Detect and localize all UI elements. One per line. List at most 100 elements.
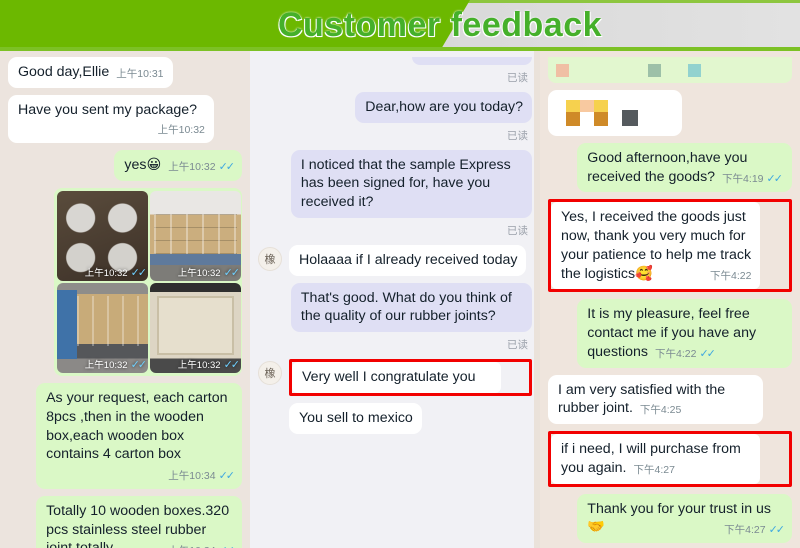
message-bubble[interactable]: I am very satisfied with the rubber join… [548,374,763,425]
message-row: 橡 Very well I congratulate you [258,359,532,396]
message-text: Holaaaa if I already received today [299,251,518,268]
message-text: I noticed that the sample Express has be… [300,156,511,211]
message-bubble[interactable]: if i need, I will purchase from you agai… [551,434,761,484]
sticker-message[interactable] [548,90,682,136]
message-timestamp: 下午4:27 ✓✓ [724,524,786,537]
message-timestamp: 上午10:32 [157,124,205,137]
sticker-swatch-icon [556,64,569,77]
sticker-swatch-icon [566,100,580,112]
message-row: That's good. What do you think of the qu… [258,282,532,333]
annotation-highlight-box: if i need, I will purchase from you agai… [548,431,792,487]
avatar[interactable]: 橡 [258,361,282,386]
message-bubble[interactable]: Holaaaa if I already received today [289,244,527,276]
message-text: As your request, each carton 8pcs ,then … [46,390,228,463]
sticker-swatch-icon [594,112,608,126]
message-row [258,57,532,65]
sticker-swatch-icon [688,64,701,77]
message-row: Yes, I received the goods just now, than… [548,199,792,293]
message-timestamp: 上午10:34✓✓ [168,544,235,548]
photo-cartons-loaded-in-truck[interactable]: 上午10:32 ✓✓ [57,283,148,374]
message-row: It is my pleasure, feel free contact me … [548,299,792,368]
read-ticks-icon: ✓✓ [218,470,236,482]
message-bubble[interactable] [412,57,532,65]
message-text: Very well I congratulate you [302,369,476,386]
message-bubble[interactable]: Good day,Ellie 上午10:31 [8,57,173,88]
message-text: Totally 10 wooden boxes.320 pcs stainles… [46,502,230,548]
message-text: You sell to mexico [299,409,413,426]
message-bubble[interactable]: It is my pleasure, feel free contact me … [577,299,792,368]
avatar[interactable]: 橡 [258,246,282,271]
read-ticks-icon: ✓✓ [699,347,716,360]
message-bubble[interactable]: Have you sent my package? 上午10:32 [8,94,214,144]
message-bubble[interactable]: Thank you for your trust in us 🤝 下午4:27 ✓✓ [577,493,792,544]
read-receipt-label: 已读 [507,339,528,352]
message-timestamp: 下午4:22 ✓✓ [655,347,716,360]
chat-column-right[interactable]: Good afternoon,have you received the goo… [540,51,800,548]
message-bubble[interactable]: Good afternoon,have you received the goo… [577,143,792,193]
message-bubble[interactable]: You sell to mexico [289,402,422,434]
avatar-spacer [258,403,289,434]
read-ticks-icon: ✓✓ [768,524,786,537]
message-bubble[interactable]: Dear,how are you today? [355,92,532,123]
message-text: Good day,Ellie [18,64,110,80]
message-timestamp: 上午10:34✓✓ [168,470,236,482]
photo-attachment-grid[interactable]: 上午10:32 ✓✓ 上午10:32 ✓✓ 上午10:32 ✓✓ 上午10:32 ✓✓ [54,188,242,377]
message-bubble[interactable]: yes😀 上午10:32 ✓✓ [114,150,242,182]
message-row: if i need, I will purchase from you agai… [548,431,792,487]
photo-wooden-crate-packaging[interactable]: 上午10:32 ✓✓ [150,283,241,374]
photo-stainless-steel-flanges-in-carton[interactable]: 上午10:32 ✓✓ [57,191,148,282]
message-row: Thank you for your trust in us 🤝 下午4:27 ✓✓ [548,493,792,544]
photo-timestamp: 上午10:32 ✓✓ [84,267,148,280]
message-row: As your request, each carton 8pcs ,then … [8,383,242,489]
annotation-highlight-box: Yes, I received the goods just now, than… [548,199,792,293]
message-text: yes😀 [124,157,162,174]
read-ticks-icon: ✓✓ [130,359,148,372]
annotation-highlight-box: Very well I congratulate you [289,359,532,396]
photo-stacked-cartons-on-pallet[interactable]: 上午10:32 ✓✓ [150,191,241,282]
message-timestamp: 下午4:22 [710,269,752,282]
chat-columns: Good day,Ellie 上午10:31 Have you sent my pa… [0,51,800,548]
sticker-message-truncated[interactable] [548,57,792,83]
read-ticks-icon: ✓✓ [130,267,148,280]
sticker-swatch-icon [648,64,661,77]
message-bubble[interactable]: Very well I congratulate you [292,362,501,393]
photo-timestamp: 上午10:32 ✓✓ [177,267,241,280]
read-ticks-icon: ✓✓ [223,267,241,280]
message-bubble[interactable]: Yes, I received the goods just now, than… [551,202,761,290]
sticker-swatch-icon [622,110,638,126]
message-timestamp: 上午10:31 [116,68,164,80]
message-row: Good day,Ellie 上午10:31 [8,57,242,88]
message-timestamp: 下午4:25 [639,404,682,417]
message-row: 橡 Holaaaa if I already received today [258,244,532,276]
message-row [548,90,792,136]
message-bubble[interactable]: Totally 10 wooden boxes.320 pcs stainles… [36,495,242,548]
photo-timestamp: 上午10:32 ✓✓ [177,359,241,372]
message-text: Have you sent my package? [18,101,198,118]
read-receipt-label: 已读 [507,224,528,237]
page-header-banner: Customer feedback [0,0,800,51]
sticker-swatch-icon [580,100,594,112]
message-row [548,57,792,83]
message-row: Dear,how are you today? [258,92,532,123]
message-row: You sell to mexico [258,402,532,434]
message-row: Totally 10 wooden boxes.320 pcs stainles… [8,495,242,548]
sticker-swatch-icon [566,112,580,126]
screenshot-root: Customer feedback Good day,Ellie 上午10:31 H… [0,0,800,548]
message-bubble[interactable]: That's good. What do you think of the qu… [290,282,532,333]
read-ticks-icon: ✓✓ [218,161,236,174]
message-text: That's good. What do you think of the qu… [300,289,512,325]
read-ticks-icon: ✓✓ [223,359,241,372]
message-row: yes😀 上午10:32 ✓✓ [8,150,242,182]
read-receipt-label: 已读 [507,129,528,142]
message-bubble[interactable]: I noticed that the sample Express has be… [290,149,532,218]
message-bubble[interactable]: As your request, each carton 8pcs ,then … [36,383,242,489]
sticker-swatch-icon [594,100,608,112]
read-receipt-label: 已读 [507,72,528,84]
read-ticks-icon: ✓✓ [766,172,784,185]
message-row: 上午10:32 ✓✓ 上午10:32 ✓✓ 上午10:32 ✓✓ 上午10:32 ✓✓ [8,188,242,377]
message-row: Have you sent my package? 上午10:32 [8,94,242,144]
message-timestamp: 上午10:32 ✓✓ [168,161,236,174]
chat-column-left[interactable]: Good day,Ellie 上午10:31 Have you sent my pa… [0,51,250,548]
message-timestamp: 下午4:19 ✓✓ [722,172,784,185]
chat-column-middle[interactable]: 已读 Dear,how are you today? 已读 I noticed tha… [250,51,540,548]
